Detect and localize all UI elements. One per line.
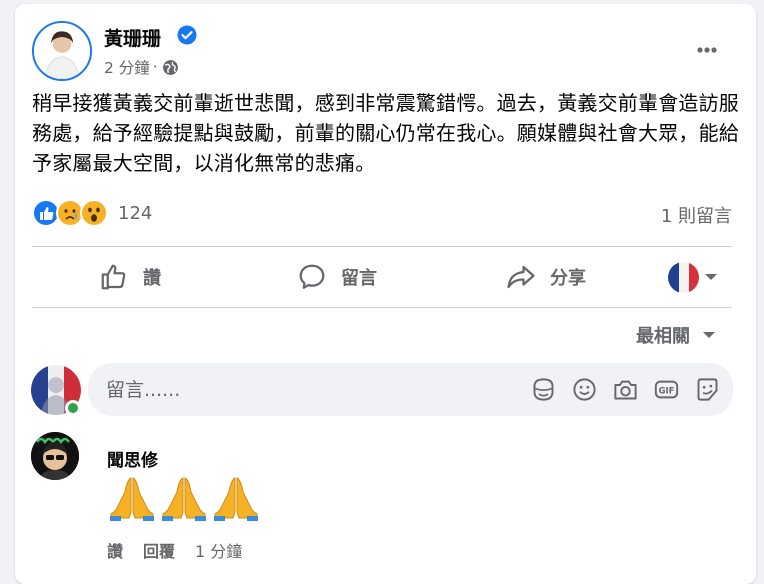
- like-icon: [101, 264, 126, 290]
- share-label: 分享: [550, 268, 586, 289]
- author-avatar[interactable]: [32, 21, 92, 81]
- comment-sort-dropdown[interactable]: 最相關: [636, 322, 716, 348]
- praying-hands-icon: [110, 477, 154, 521]
- like-label: 讚: [143, 268, 161, 289]
- verified-icon: [177, 25, 197, 45]
- author-name[interactable]: 黃珊珊: [104, 24, 161, 51]
- post-card: 黃珊珊 2 分鐘 · 稍早接獲黃義交前輩逝世悲聞，感到非常震驚錯愕。過去，黃義交…: [15, 4, 756, 584]
- comment-input[interactable]: [106, 378, 486, 401]
- comment-reply-link[interactable]: 回覆: [143, 538, 175, 562]
- comment-time[interactable]: 1 分鐘: [195, 538, 242, 562]
- like-button[interactable]: 讚: [99, 262, 161, 292]
- comment-button[interactable]: 留言: [297, 262, 377, 292]
- comment-like-link[interactable]: 讚: [107, 538, 123, 562]
- camera-icon[interactable]: [612, 376, 639, 403]
- praying-hands-icon: [162, 477, 206, 521]
- gif-icon[interactable]: GIF: [653, 376, 680, 403]
- comment-body: [107, 472, 261, 522]
- more-icon[interactable]: [691, 38, 723, 62]
- audience-selector-avatar[interactable]: [668, 262, 699, 293]
- sticker-face-icon[interactable]: [694, 376, 721, 403]
- divider: [32, 246, 732, 247]
- chevron-down-icon: [703, 332, 715, 338]
- sticker-icon[interactable]: [530, 376, 557, 403]
- comment-count[interactable]: 1 則留言: [661, 202, 732, 228]
- share-button[interactable]: 分享: [506, 262, 586, 292]
- commenter-name[interactable]: 聞思修: [107, 446, 158, 471]
- comment-composer[interactable]: GIF: [88, 363, 733, 416]
- reactions-summary[interactable]: 124: [32, 199, 152, 227]
- reaction-count[interactable]: 124: [118, 203, 152, 224]
- chevron-down-icon[interactable]: [704, 272, 718, 282]
- comment-icon: [299, 264, 325, 289]
- svg-text:GIF: GIF: [659, 385, 675, 395]
- commenter-avatar[interactable]: [31, 432, 79, 480]
- comment-label: 留言: [341, 268, 377, 289]
- post-meta: 2 分鐘 ·: [104, 56, 179, 78]
- globe-icon: [162, 59, 178, 75]
- post-time[interactable]: 2 分鐘: [104, 56, 150, 78]
- post-text: 稍早接獲黃義交前輩逝世悲聞，感到非常震驚錯愕。過去，黃義交前輩會造訪服務處，給予…: [32, 91, 739, 175]
- meta-separator: ·: [152, 58, 158, 76]
- online-status-dot: [65, 400, 81, 416]
- smiley-icon[interactable]: [571, 376, 598, 403]
- wow-reaction-icon: [80, 199, 108, 227]
- sort-label: 最相關: [636, 326, 690, 347]
- divider: [32, 307, 732, 308]
- comment-actions: 讚 回覆 1 分鐘: [107, 538, 242, 562]
- share-icon: [507, 265, 535, 289]
- praying-hands-icon: [214, 477, 258, 521]
